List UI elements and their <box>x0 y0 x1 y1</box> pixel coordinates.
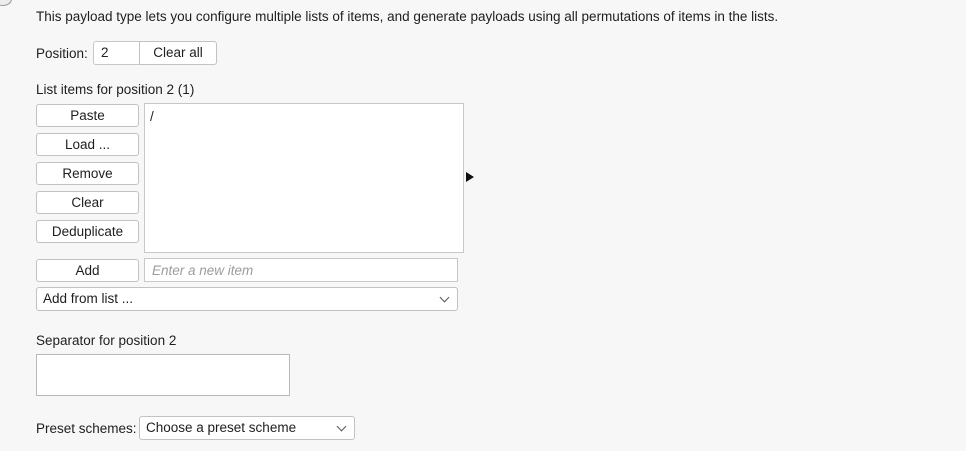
payload-description: This payload type lets you configure mul… <box>36 9 779 24</box>
deduplicate-button[interactable]: Deduplicate <box>36 220 139 243</box>
add-from-list-dropdown[interactable]: Add from list ... <box>36 287 458 311</box>
list-items-title: List items for position 2 (1) <box>36 82 195 97</box>
separator-label: Separator for position 2 <box>36 333 177 348</box>
paste-button[interactable]: Paste <box>36 104 139 127</box>
list-items-box[interactable]: / <box>144 103 464 253</box>
triangle-right-icon[interactable] <box>466 172 474 182</box>
clear-button[interactable]: Clear <box>36 191 139 214</box>
preset-schemes-label: Preset schemes: <box>36 421 137 436</box>
new-item-input[interactable] <box>144 258 458 282</box>
add-button[interactable]: Add <box>36 259 139 282</box>
position-input[interactable]: 2 <box>93 41 140 65</box>
separator-input[interactable] <box>36 354 290 396</box>
window-corner-control <box>0 0 12 6</box>
chevron-down-icon <box>439 292 450 303</box>
preset-scheme-dropdown[interactable]: Choose a preset scheme <box>139 416 355 440</box>
chevron-down-icon <box>336 421 347 432</box>
load-button[interactable]: Load ... <box>36 133 139 156</box>
list-item[interactable]: / <box>150 108 458 125</box>
position-label: Position: <box>36 46 88 61</box>
remove-button[interactable]: Remove <box>36 162 139 185</box>
add-from-list-label: Add from list ... <box>43 291 134 306</box>
preset-scheme-value: Choose a preset scheme <box>146 420 297 435</box>
clear-all-button[interactable]: Clear all <box>139 41 217 65</box>
